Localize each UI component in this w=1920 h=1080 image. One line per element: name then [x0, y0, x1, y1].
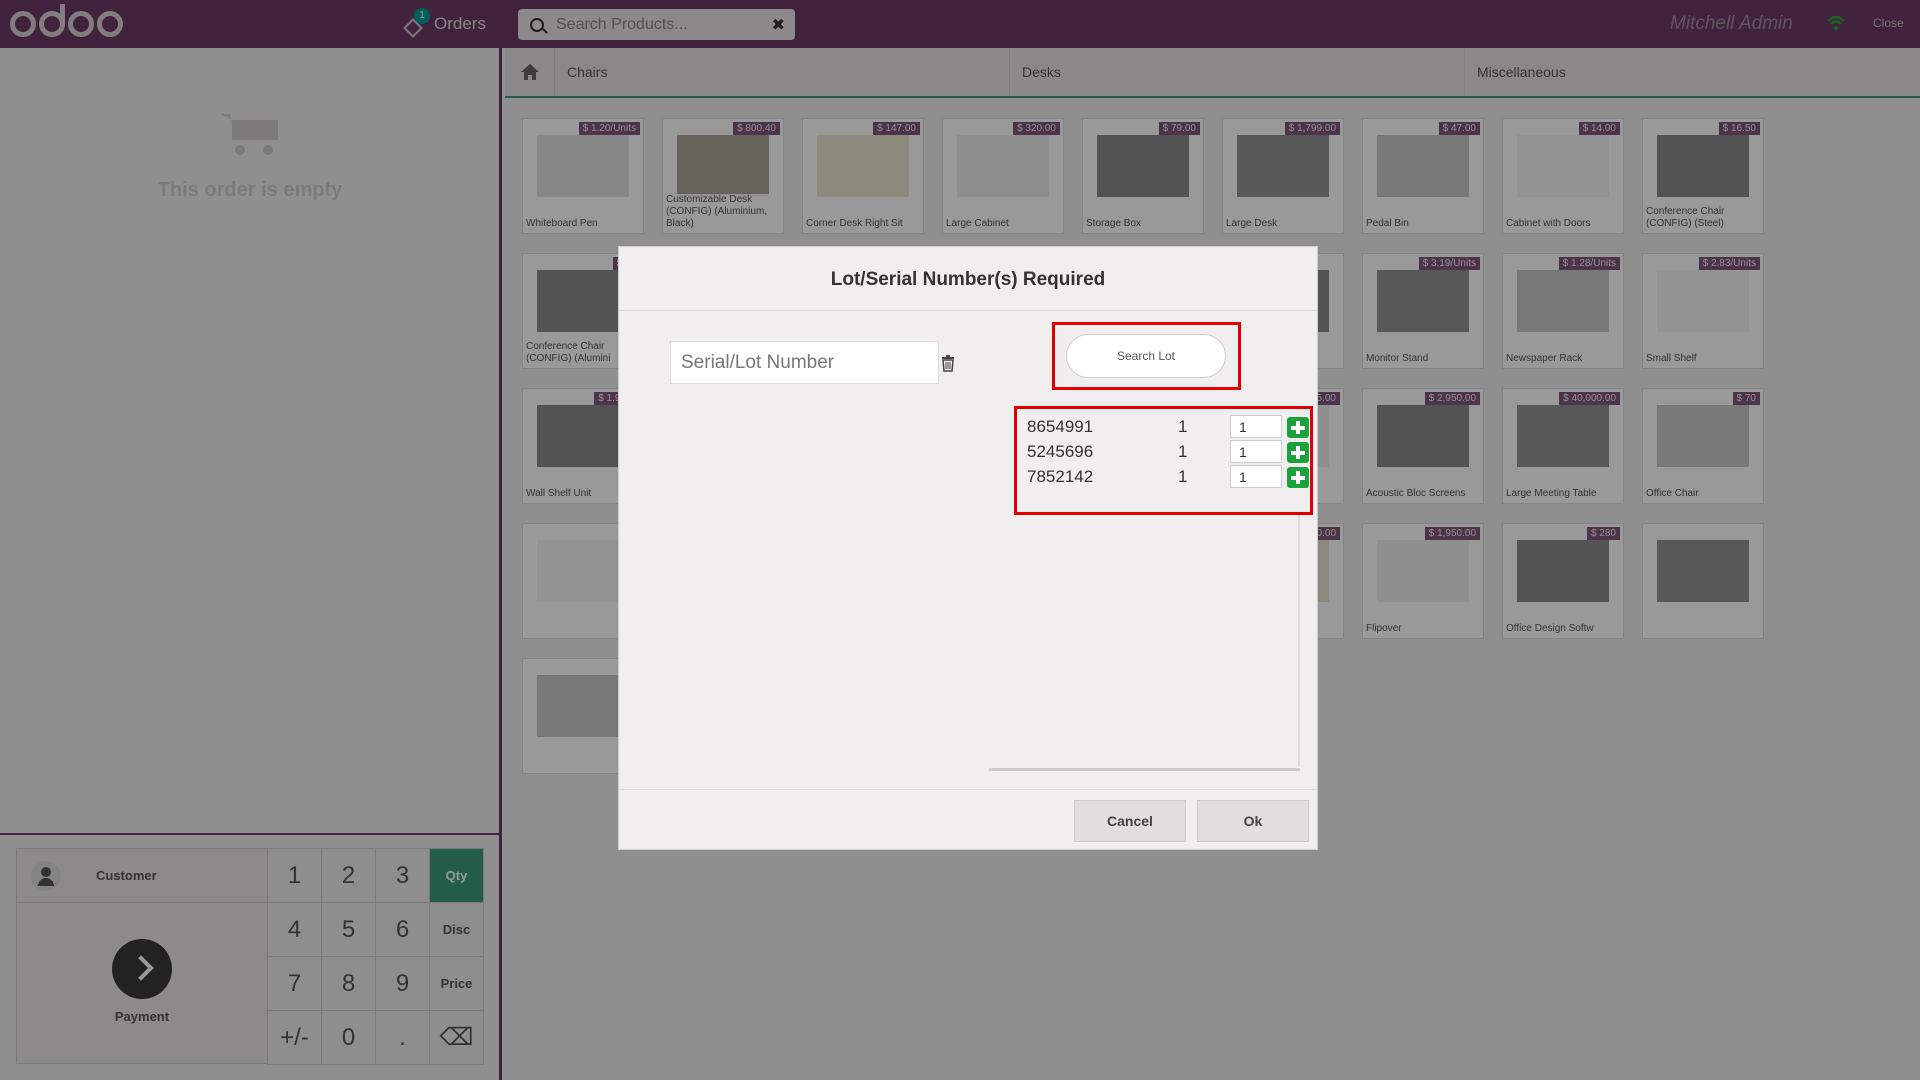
lot-available-qty: 1: [1178, 417, 1188, 436]
plus-icon[interactable]: [1287, 417, 1309, 438]
lot-number: 8654991: [1027, 417, 1094, 436]
lot-row: 8654991 1: [1027, 415, 1309, 439]
search-lot-highlight: [1052, 322, 1241, 390]
lot-qty-input[interactable]: [1230, 415, 1282, 438]
cancel-button[interactable]: Cancel: [1074, 800, 1186, 842]
dialog-footer: Cancel Ok: [619, 789, 1317, 851]
trash-icon[interactable]: [941, 355, 955, 372]
lot-available-qty: 1: [1178, 442, 1188, 461]
serial-number-input[interactable]: [670, 341, 939, 384]
dialog-title: Lot/Serial Number(s) Required: [619, 247, 1317, 311]
lot-available-qty: 1: [1178, 467, 1188, 486]
lot-list: 8654991 1 5245696 1 7852142 1: [1014, 406, 1313, 515]
lot-row: 5245696 1: [1027, 440, 1309, 464]
lot-list-scrollbar[interactable]: [1298, 515, 1300, 767]
plus-icon[interactable]: [1287, 467, 1309, 488]
lot-row: 7852142 1: [1027, 465, 1309, 489]
search-lot-input[interactable]: [1066, 334, 1226, 378]
lot-qty-input[interactable]: [1230, 440, 1282, 463]
lot-number: 5245696: [1027, 442, 1094, 461]
ok-button[interactable]: Ok: [1197, 800, 1309, 842]
plus-icon[interactable]: [1287, 442, 1309, 463]
lot-number: 7852142: [1027, 467, 1094, 486]
lot-serial-dialog: Lot/Serial Number(s) Required 8654991 1 …: [618, 246, 1318, 850]
lot-qty-input[interactable]: [1230, 465, 1282, 488]
lot-list-horizontal-scrollbar[interactable]: [989, 768, 1300, 771]
